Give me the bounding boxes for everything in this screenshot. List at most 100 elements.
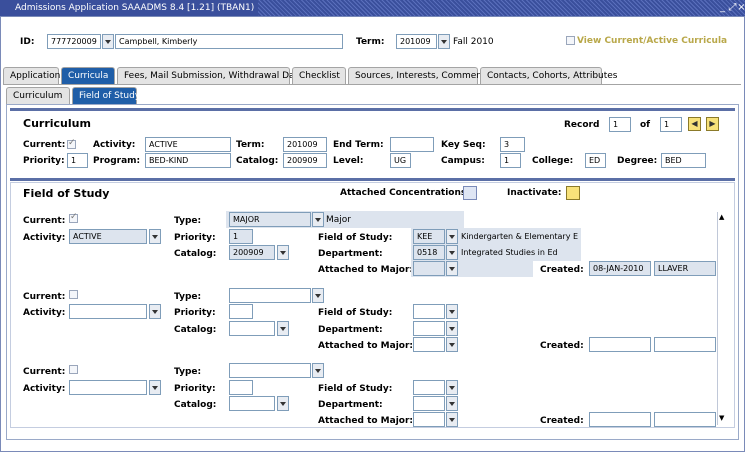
- subtab-curriculum[interactable]: Curriculum: [6, 87, 70, 104]
- fos-created-label: Created:: [540, 341, 584, 351]
- fos-field-of-study-label: Field of Study:: [318, 384, 393, 394]
- current-checkbox[interactable]: [67, 138, 76, 149]
- fos-activity-label: Activity:: [23, 308, 66, 318]
- fos-record1-catalog-field[interactable]: 200909: [229, 245, 275, 260]
- fos-record2-type-field[interactable]: [229, 288, 311, 303]
- curriculum-heading: Curriculum: [23, 117, 91, 130]
- end-term-field[interactable]: [390, 137, 434, 152]
- fos-record3-fos-field[interactable]: [413, 380, 445, 395]
- fos-attached-to-major-label: Attached to Major:: [318, 416, 414, 426]
- scroll-up-icon[interactable]: ▲: [719, 213, 724, 221]
- fos-record2-department-dropdown[interactable]: [446, 321, 458, 336]
- catalog-field[interactable]: 200909: [283, 153, 327, 168]
- term-field[interactable]: 201009: [396, 34, 437, 49]
- fos-record3-attached-dropdown[interactable]: [446, 412, 458, 427]
- scroll-down-icon[interactable]: ▼: [719, 414, 724, 422]
- fos-record3-department-dropdown[interactable]: [446, 396, 458, 411]
- curr-term-field[interactable]: 201009: [283, 137, 327, 152]
- view-curricula-label: View Current/Active Curricula: [577, 36, 728, 46]
- fos-record3-catalog-field[interactable]: [229, 396, 275, 411]
- fos-current-label: Current:: [23, 292, 66, 302]
- fos-record1-attached-field[interactable]: [413, 261, 445, 276]
- fos-catalog-label: Catalog:: [174, 400, 217, 410]
- activity-field[interactable]: ACTIVE: [145, 137, 231, 152]
- view-curricula-checkbox[interactable]: [566, 36, 575, 45]
- fos-record1-priority-field[interactable]: 1: [229, 229, 253, 244]
- fos-record2-fos-field[interactable]: [413, 304, 445, 319]
- student-name-field[interactable]: Campbell, Kimberly: [115, 34, 343, 49]
- degree-field[interactable]: BED: [661, 153, 706, 168]
- id-lookup-button[interactable]: [102, 34, 114, 49]
- fos-record1-department-field[interactable]: 0518: [413, 245, 445, 260]
- campus-field[interactable]: 1: [500, 153, 521, 168]
- fos-record1-type-field[interactable]: MAJOR: [229, 212, 311, 227]
- fos-record2-fos-dropdown[interactable]: [446, 304, 458, 319]
- fos-type-label: Type:: [174, 216, 202, 226]
- fos-record3-current-checkbox[interactable]: [69, 365, 78, 374]
- fos-record2-activity-dropdown[interactable]: [149, 304, 161, 319]
- tab-curricula[interactable]: Curricula: [61, 67, 115, 84]
- close-icon[interactable]: ×: [736, 2, 745, 13]
- fos-record1-type-dropdown[interactable]: [312, 212, 324, 227]
- fos-record1-fos-dropdown[interactable]: [446, 229, 458, 244]
- tab-sources[interactable]: Sources, Interests, Comments: [348, 67, 490, 84]
- fos-attached-to-major-label: Attached to Major:: [318, 265, 414, 275]
- fos-department-label: Department:: [318, 249, 383, 259]
- fos-record2-attached-dropdown[interactable]: [446, 337, 458, 352]
- tab-contacts[interactable]: Contacts, Cohorts, Attributes: [480, 67, 618, 84]
- fos-record2-department-field[interactable]: [413, 321, 445, 336]
- fos-record2-type-dropdown[interactable]: [312, 288, 324, 303]
- key-seq-field[interactable]: 3: [500, 137, 525, 152]
- tab-application[interactable]: Application: [3, 67, 60, 84]
- fos-record3-fos-dropdown[interactable]: [446, 380, 458, 395]
- fos-record2-priority-field[interactable]: [229, 304, 253, 319]
- record-number-field[interactable]: 1: [609, 117, 631, 132]
- fos-type-label: Type:: [174, 292, 202, 302]
- field-of-study-scrollbar[interactable]: [717, 212, 729, 425]
- attached-concentrations-icon[interactable]: [463, 186, 477, 200]
- level-field[interactable]: UG: [390, 153, 411, 168]
- degree-label: Degree:: [617, 156, 658, 166]
- fos-record1-current-checkbox[interactable]: [69, 212, 78, 223]
- fos-record3-type-field[interactable]: [229, 363, 311, 378]
- fos-record3-activity-dropdown[interactable]: [149, 380, 161, 395]
- fos-record3-activity-field[interactable]: [69, 380, 147, 395]
- fos-record1-fos-field[interactable]: KEE: [413, 229, 445, 244]
- curr-term-label: Term:: [236, 140, 265, 150]
- fos-record2-current-checkbox[interactable]: [69, 290, 78, 299]
- tab-strip-divider: [3, 84, 741, 85]
- college-field[interactable]: ED: [585, 153, 606, 168]
- subtab-field-of-study[interactable]: Field of Study: [72, 87, 140, 104]
- tab-fees[interactable]: Fees, Mail Submission, Withdrawal Data: [117, 67, 304, 84]
- id-field[interactable]: 777720009: [47, 34, 101, 49]
- fos-record2-activity-field[interactable]: [69, 304, 147, 319]
- fos-record1-created-date: 08-JAN-2010: [589, 261, 651, 276]
- fos-record3-type-dropdown[interactable]: [312, 363, 324, 378]
- tab-checklist[interactable]: Checklist: [292, 67, 346, 84]
- fos-record2-created-user: [654, 337, 716, 352]
- fos-current-label: Current:: [23, 367, 66, 377]
- priority-field[interactable]: 1: [67, 153, 88, 168]
- inactivate-icon[interactable]: [566, 186, 580, 200]
- fos-record2-catalog-dropdown[interactable]: [277, 321, 289, 336]
- fos-record1-activity-dropdown[interactable]: [149, 229, 161, 244]
- attached-concentrations-label: Attached Concentrations:: [340, 188, 470, 198]
- fos-record1-department-dropdown[interactable]: [446, 245, 458, 260]
- term-label: Term:: [356, 37, 385, 47]
- fos-record3-priority-field[interactable]: [229, 380, 253, 395]
- fos-record2-catalog-field[interactable]: [229, 321, 275, 336]
- term-lookup-button[interactable]: [438, 34, 450, 49]
- fos-record3-created-user: [654, 412, 716, 427]
- fos-record1-catalog-dropdown[interactable]: [277, 245, 289, 260]
- field-of-study-heading: Field of Study: [23, 187, 110, 200]
- fos-record3-department-field[interactable]: [413, 396, 445, 411]
- fos-record1-attached-dropdown[interactable]: [446, 261, 458, 276]
- previous-record-icon[interactable]: ◀: [688, 117, 701, 131]
- fos-record2-attached-field[interactable]: [413, 337, 445, 352]
- next-record-icon[interactable]: ▶: [706, 117, 719, 131]
- fos-record3-catalog-dropdown[interactable]: [277, 396, 289, 411]
- fos-record3-attached-field[interactable]: [413, 412, 445, 427]
- fos-priority-label: Priority:: [174, 384, 216, 394]
- fos-record1-activity-field[interactable]: ACTIVE: [69, 229, 147, 244]
- program-field[interactable]: BED-KIND: [145, 153, 231, 168]
